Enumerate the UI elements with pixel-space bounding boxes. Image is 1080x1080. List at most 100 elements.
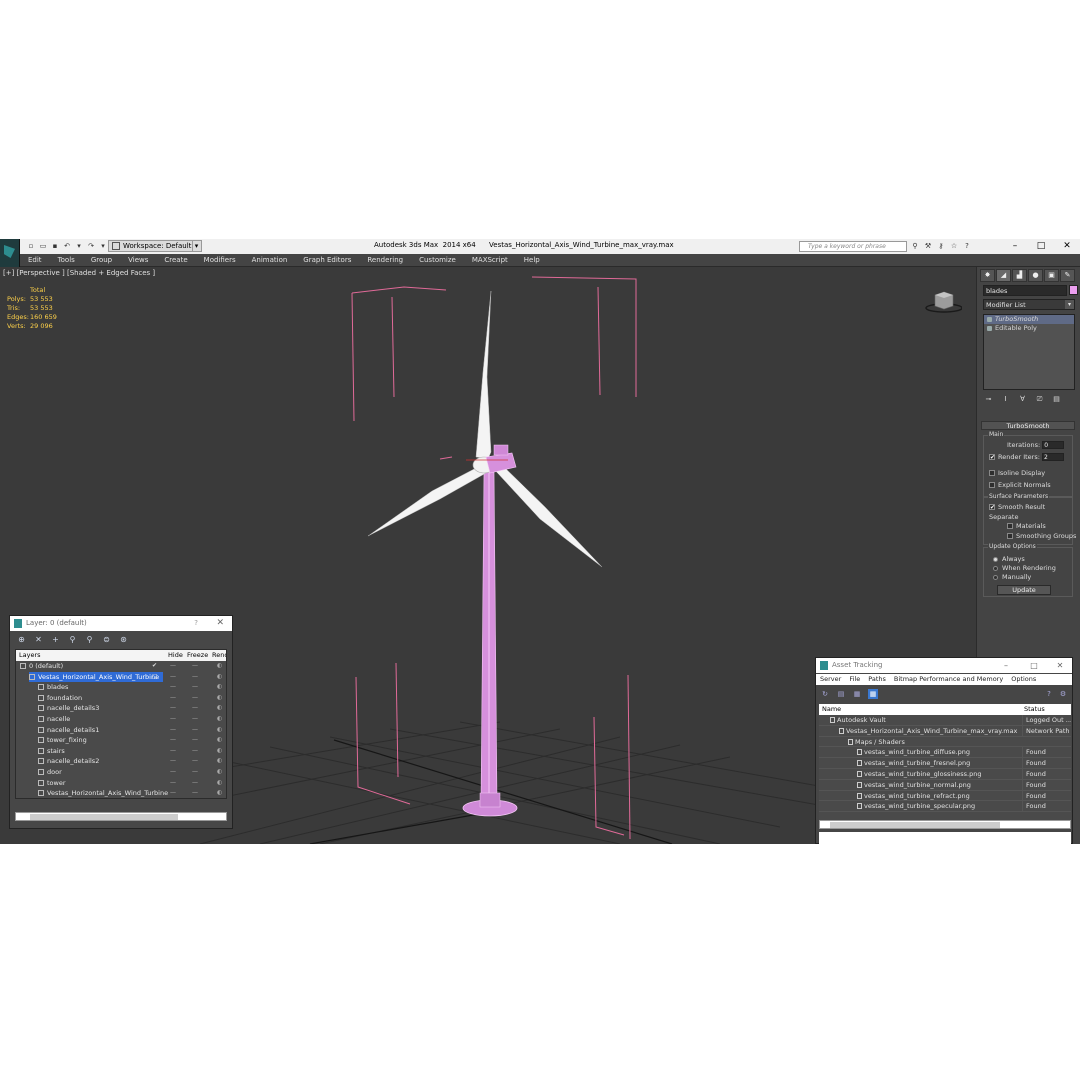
help-search-input[interactable]: Type a keyword or phrase	[799, 241, 907, 252]
modifier-list-dropdown[interactable]: Modifier List ▾	[983, 299, 1075, 310]
undo-icon[interactable]: ↶	[62, 241, 72, 251]
menu-create[interactable]: Create	[156, 254, 195, 267]
layer-row[interactable]: stairs — — ◐	[16, 746, 226, 757]
freeze-toggle-icon[interactable]: —	[192, 756, 198, 766]
modify-tab-icon[interactable]: ◢	[996, 269, 1011, 282]
layer-name[interactable]: blades	[38, 682, 72, 692]
star-icon[interactable]: ☆	[949, 241, 959, 251]
column-layers[interactable]: Layers	[19, 650, 41, 661]
object-color-swatch[interactable]	[1069, 285, 1078, 295]
column-hide[interactable]: Hide	[168, 650, 183, 661]
layer-row[interactable]: nacelle_details2 — — ◐	[16, 756, 226, 767]
make-unique-icon[interactable]: ∀	[1017, 394, 1028, 405]
layer-name[interactable]: foundation	[38, 693, 86, 703]
new-file-icon[interactable]: ▫	[26, 241, 36, 251]
object-name-field[interactable]: blades	[983, 285, 1067, 296]
freeze-toggle-icon[interactable]: —	[192, 714, 198, 724]
create-tab-icon[interactable]: ✸	[980, 269, 995, 282]
table-view-icon[interactable]: ▦	[868, 689, 878, 699]
scrollbar-thumb[interactable]	[830, 822, 1000, 828]
render-iters-spinner[interactable]: 2	[1042, 453, 1064, 461]
hide-toggle-icon[interactable]: —	[170, 746, 176, 756]
render-iters-checkbox[interactable]: ✔	[989, 454, 995, 461]
asset-window-titlebar[interactable]: Asset Tracking – □ ✕	[816, 658, 1072, 673]
undo-dropdown-icon[interactable]: ▾	[74, 241, 84, 251]
freeze-toggle-icon[interactable]: —	[192, 735, 198, 745]
hide-toggle-icon[interactable]: —	[170, 735, 176, 745]
render-toggle-icon[interactable]: ◐	[217, 693, 222, 703]
render-toggle-icon[interactable]: ◐	[217, 661, 222, 671]
layer-row[interactable]: Vestas_Horizontal_Axis_Wind_Turbine — — ◐ □	[16, 671, 226, 683]
binoculars-icon[interactable]: ⚲	[910, 241, 920, 251]
asset-row[interactable]: vestas_wind_turbine_fresnel.png Found	[819, 758, 1071, 769]
column-name[interactable]: Name	[822, 704, 841, 715]
freeze-toggle-icon[interactable]: —	[192, 778, 198, 788]
freeze-all-icon[interactable]: ⊛	[118, 634, 129, 645]
menu-edit[interactable]: Edit	[20, 254, 50, 267]
menu-help[interactable]: Help	[516, 254, 548, 267]
redo-icon[interactable]: ↷	[86, 241, 96, 251]
help-icon[interactable]: ?	[1044, 689, 1054, 699]
show-end-result-icon[interactable]: Ⅰ	[1000, 394, 1011, 405]
tools-icon[interactable]: ⚒	[923, 241, 933, 251]
menu-animation[interactable]: Animation	[244, 254, 296, 267]
hide-toggle-icon[interactable]: —	[170, 672, 176, 682]
layer-row[interactable]: nacelle_details1 — — ◐	[16, 725, 226, 736]
hide-toggle-icon[interactable]: —	[170, 778, 176, 788]
hide-toggle-icon[interactable]: —	[170, 756, 176, 766]
menu-tools[interactable]: Tools	[50, 254, 83, 267]
menu-customize[interactable]: Customize	[411, 254, 464, 267]
viewcube-icon[interactable]	[924, 289, 962, 313]
smoothing-groups-row[interactable]: Smoothing Groups	[1007, 532, 1076, 540]
column-freeze[interactable]: Freeze	[187, 650, 208, 661]
render-toggle-icon[interactable]: ◐	[217, 714, 222, 724]
asset-row[interactable]: vestas_wind_turbine_glossiness.png Found	[819, 769, 1071, 780]
column-status[interactable]: Status	[1024, 704, 1045, 715]
delete-layer-icon[interactable]: ✕	[33, 634, 44, 645]
menu-modifiers[interactable]: Modifiers	[196, 254, 244, 267]
display-tab-icon[interactable]: ▣	[1044, 269, 1059, 282]
menu-paths[interactable]: Paths	[864, 674, 890, 685]
close-button[interactable]: ✕	[216, 616, 224, 631]
freeze-toggle-icon[interactable]: —	[192, 682, 198, 692]
render-toggle-icon[interactable]: ◐	[217, 778, 222, 788]
set-active-layer-icon[interactable]: □	[152, 672, 158, 682]
asset-row[interactable]: Maps / Shaders	[819, 737, 1071, 748]
render-toggle-icon[interactable]: ◐	[217, 672, 222, 682]
menu-views[interactable]: Views	[120, 254, 156, 267]
menu-group[interactable]: Group	[83, 254, 120, 267]
hide-toggle-icon[interactable]: —	[170, 714, 176, 724]
column-render[interactable]: Rende	[212, 650, 226, 661]
layer-window-titlebar[interactable]: Layer: 0 (default) ? ✕	[10, 616, 232, 631]
hide-toggle-icon[interactable]: —	[170, 703, 176, 713]
hide-toggle-icon[interactable]: —	[170, 725, 176, 735]
layer-row[interactable]: tower — — ◐	[16, 778, 226, 789]
hide-toggle-icon[interactable]: —	[170, 788, 176, 798]
layer-row[interactable]: foundation — — ◐	[16, 693, 226, 704]
utilities-tab-icon[interactable]: ✎	[1060, 269, 1075, 282]
asset-row[interactable]: vestas_wind_turbine_refract.png Found	[819, 790, 1071, 802]
stack-item-editable-poly[interactable]: Editable Poly	[984, 324, 1074, 333]
smoothing-groups-checkbox[interactable]	[1007, 533, 1013, 539]
help-icon[interactable]: ?	[962, 241, 972, 251]
freeze-toggle-icon[interactable]: —	[192, 703, 198, 713]
save-icon[interactable]: ▪	[50, 241, 60, 251]
configure-sets-icon[interactable]: ▤	[1051, 394, 1062, 405]
explicit-normals-row[interactable]: Explicit Normals	[989, 481, 1051, 489]
remove-modifier-icon[interactable]: ⎚	[1034, 394, 1045, 405]
open-file-icon[interactable]: ▭	[38, 241, 48, 251]
menu-server[interactable]: Server	[816, 674, 845, 685]
layer-name[interactable]: nacelle_details2	[38, 756, 103, 766]
asset-row[interactable]: vestas_wind_turbine_diffuse.png Found	[819, 747, 1071, 759]
smooth-result-checkbox[interactable]: ✔	[989, 504, 995, 511]
app-logo-icon[interactable]	[0, 239, 20, 267]
when-rendering-row[interactable]: When Rendering	[993, 564, 1056, 572]
layer-row[interactable]: 0 (default) — — ◐ ✔	[16, 661, 226, 672]
asset-row[interactable]: Autodesk Vault Logged Out ...	[819, 715, 1071, 726]
materials-checkbox[interactable]	[1007, 523, 1013, 529]
highlight-layer-icon[interactable]: ⚲	[84, 634, 95, 645]
tree-view-icon[interactable]: ▦	[852, 689, 862, 699]
render-toggle-icon[interactable]: ◐	[217, 767, 222, 777]
viewport-label[interactable]: [+] [Perspective ] [Shaded + Edged Faces…	[3, 269, 155, 277]
smooth-result-row[interactable]: ✔ Smooth Result	[989, 503, 1045, 511]
